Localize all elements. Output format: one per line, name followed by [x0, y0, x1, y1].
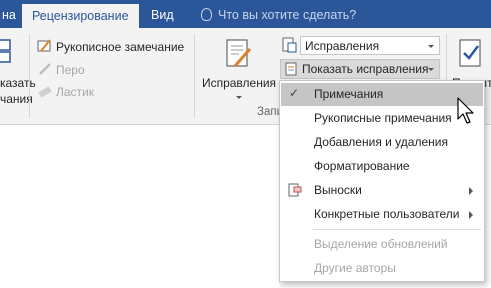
- menu-item-label: Примечания: [314, 87, 384, 101]
- show-comments-label-1: казать: [0, 76, 36, 90]
- group-separator: [29, 34, 30, 118]
- tab-view[interactable]: Вид: [151, 0, 174, 28]
- show-markup-menu: ✓ Примечания Рукописные примечания Добав…: [279, 80, 485, 282]
- display-for-review-icon: [282, 37, 297, 53]
- mouse-cursor-icon: [457, 97, 474, 124]
- eraser-icon: [38, 86, 52, 98]
- chevron-right-icon: [469, 211, 473, 219]
- lightbulb-icon: [201, 8, 212, 21]
- menu-item-highlight-updates: Выделение обновлений: [281, 233, 483, 256]
- display-for-review-value: Исправления: [305, 39, 380, 53]
- menu-item-label: Выноски: [314, 183, 362, 197]
- track-changes-caret: [199, 90, 279, 104]
- track-changes-label: Исправления: [201, 76, 277, 90]
- menu-item-label: Другие авторы: [314, 261, 396, 275]
- eraser-label: Ластик: [56, 85, 94, 99]
- track-changes-icon: [226, 39, 252, 67]
- tell-me-box[interactable]: Что вы хотите сделать?: [201, 0, 356, 28]
- chevron-down-icon: [428, 68, 434, 71]
- tell-me-text: Что вы хотите сделать?: [218, 8, 357, 22]
- ribbon-tab-bar: на Рецензирование Вид Что вы хотите сдел…: [0, 0, 491, 28]
- menu-item-insertions-deletions[interactable]: Добавления и удаления: [281, 131, 483, 154]
- show-markup-label: Показать исправления: [302, 62, 429, 76]
- accept-icon: [459, 39, 481, 67]
- group-separator: [194, 34, 195, 118]
- menu-item-label: Добавления и удаления: [314, 135, 448, 149]
- menu-item-label: Выделение обновлений: [314, 237, 448, 251]
- chevron-right-icon: [469, 187, 473, 195]
- ink-comment-label: Рукописное замечание: [56, 40, 185, 54]
- chevron-down-icon: [428, 45, 434, 48]
- menu-separator: [313, 229, 481, 230]
- menu-item-label: Конкретные пользователи: [314, 207, 460, 221]
- menu-item-label: Рукописные примечания: [314, 111, 452, 125]
- checkmark-icon: ✓: [289, 86, 300, 100]
- show-markup-icon: [285, 62, 297, 76]
- pen-icon: [39, 63, 51, 75]
- display-for-review-combo[interactable]: Исправления: [300, 36, 440, 55]
- show-comments-label-2: чания: [0, 92, 33, 106]
- tab-review[interactable]: Рецензирование: [22, 4, 139, 28]
- tab-partial[interactable]: на: [2, 0, 16, 28]
- menu-item-specific-people[interactable]: Конкретные пользователи: [281, 203, 483, 226]
- menu-item-ink[interactable]: Рукописные примечания: [281, 107, 483, 130]
- comments-icon: [0, 39, 11, 63]
- show-markup-button[interactable]: Показать исправления: [280, 59, 440, 79]
- menu-item-formatting[interactable]: Форматирование: [281, 155, 483, 178]
- ink-comment-icon: [37, 39, 51, 52]
- menu-item-other-authors: Другие авторы: [281, 257, 483, 280]
- menu-item-balloons[interactable]: Выноски: [281, 179, 483, 202]
- balloons-icon: [288, 183, 302, 197]
- menu-item-label: Форматирование: [314, 159, 410, 173]
- pen-label: Перо: [56, 63, 85, 77]
- menu-item-comments[interactable]: ✓ Примечания: [281, 83, 483, 106]
